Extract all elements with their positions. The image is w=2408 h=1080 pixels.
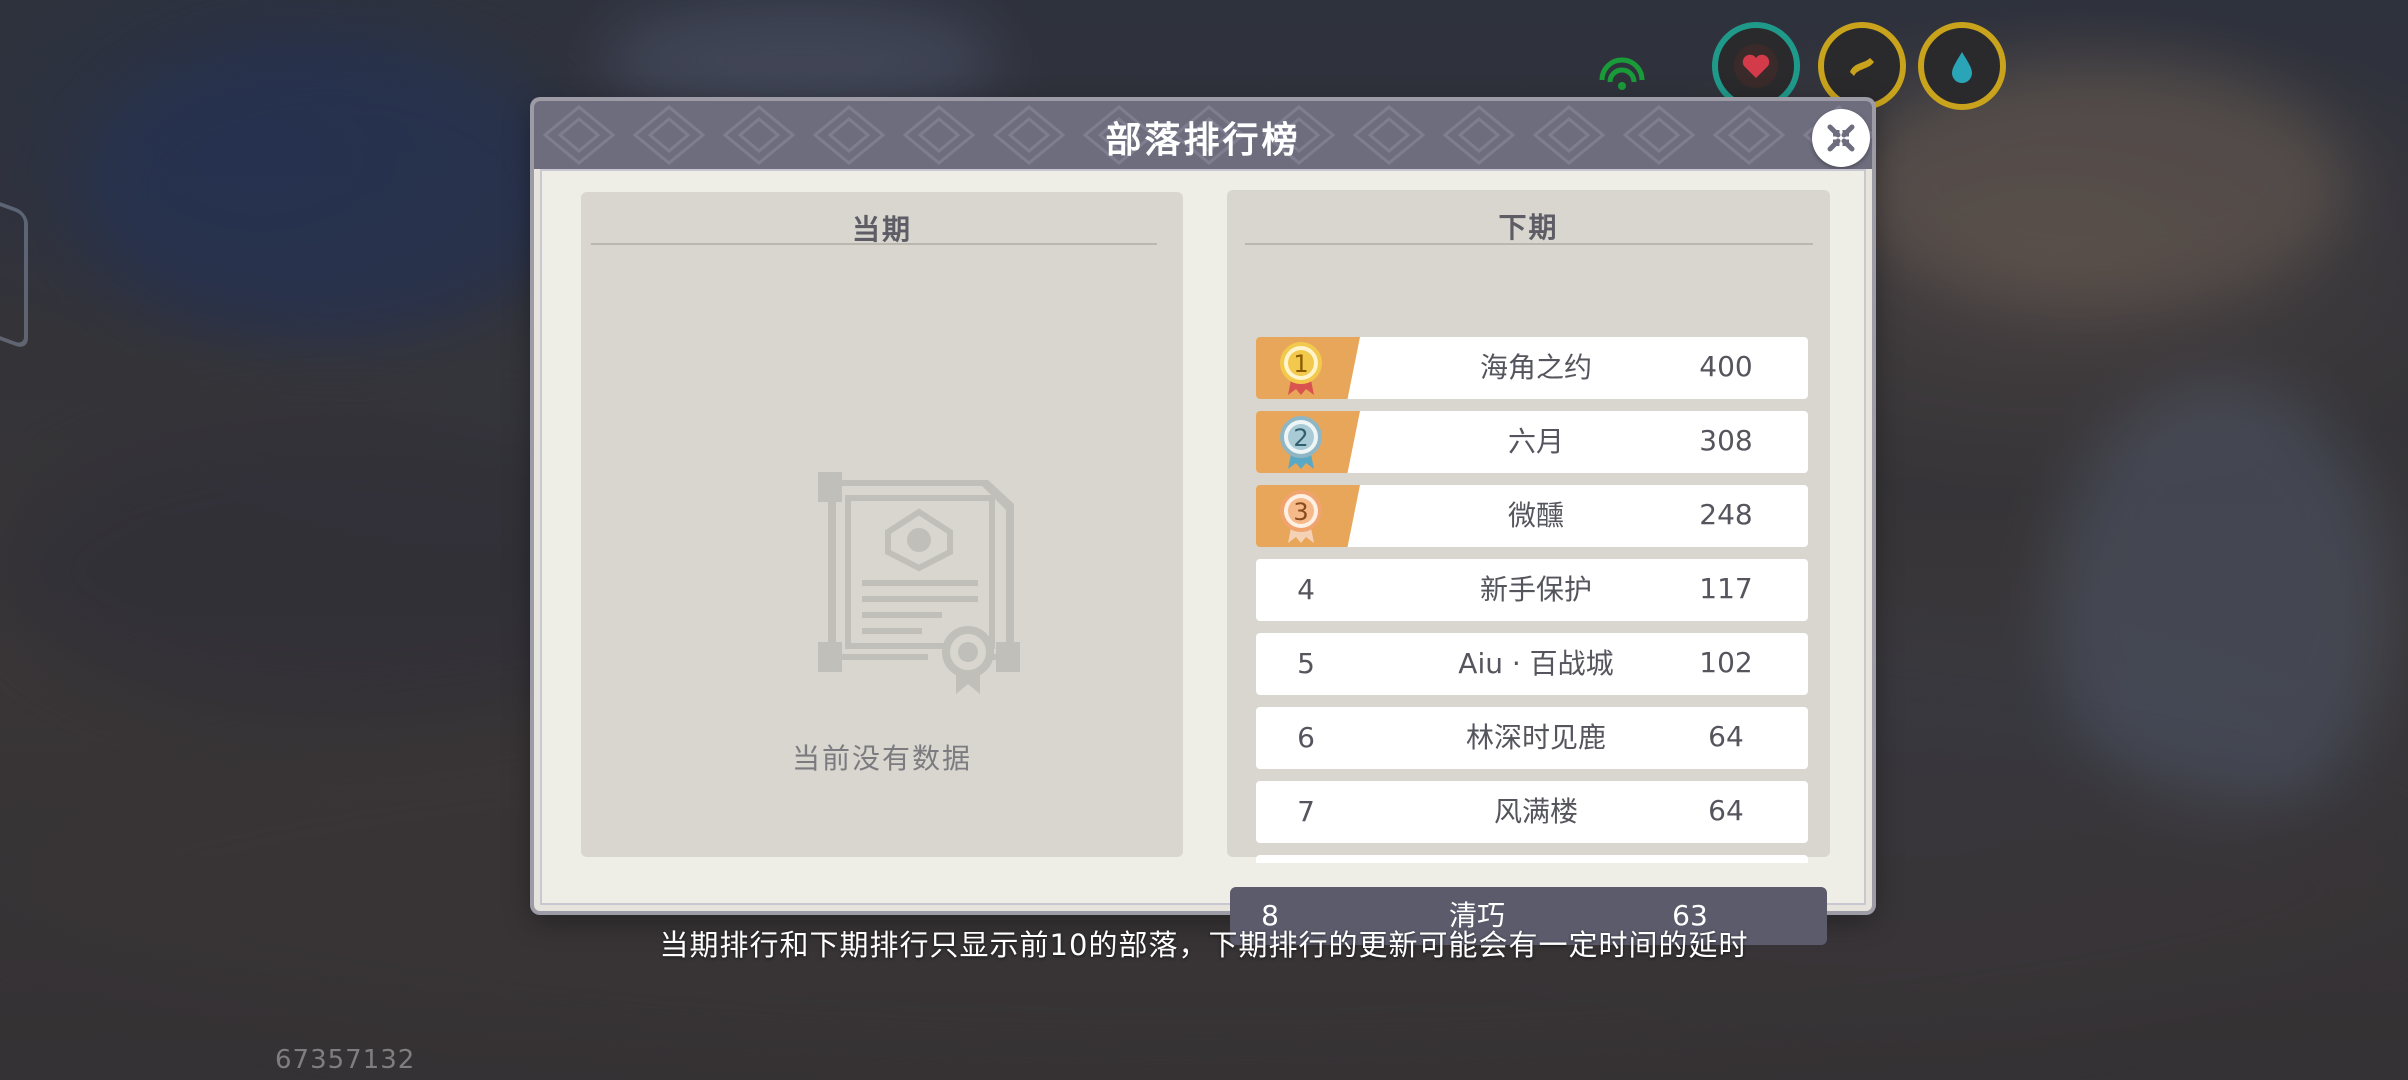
rank-number: 4 bbox=[1297, 573, 1315, 606]
dialog-title: 部落排行榜 bbox=[1105, 120, 1301, 161]
tribe-score: 400 bbox=[1699, 350, 1753, 383]
empty-message: 当前没有数据 bbox=[791, 742, 972, 775]
stamina-icon[interactable] bbox=[1818, 22, 1906, 110]
tribe-name: 新手保护 bbox=[1479, 573, 1592, 606]
tribe-score: 64 bbox=[1708, 794, 1744, 827]
ranking-list[interactable]: 1 海角之约 400 2 六月 308 3 微醺 248 4 新手保护 117 … bbox=[1256, 337, 1808, 863]
dialog-header: 部落排行榜 bbox=[534, 101, 1872, 169]
rank-row-7[interactable]: 7 风满楼 64 bbox=[1256, 781, 1808, 843]
rank-number: 5 bbox=[1297, 647, 1315, 680]
rank-row-partial[interactable] bbox=[1256, 855, 1808, 863]
tribe-name: 风满楼 bbox=[1493, 795, 1578, 828]
game-background: 67357132 部落排行榜 当期 当前没有数据 下期 1 海角之约 400 2… bbox=[0, 0, 2408, 1080]
tribe-score: 248 bbox=[1699, 498, 1753, 531]
tribe-name: 海角之约 bbox=[1479, 351, 1592, 384]
heart-icon[interactable] bbox=[1712, 22, 1800, 110]
rank-row-3[interactable]: 3 微醺 248 bbox=[1256, 485, 1808, 547]
tribe-name: Aiu · 百战城 bbox=[1458, 647, 1614, 680]
player-id: 67357132 bbox=[275, 1045, 416, 1075]
next-period-header: 下期 bbox=[1498, 211, 1559, 244]
tribe-score: 308 bbox=[1699, 424, 1753, 457]
rank-number: 2 bbox=[1293, 424, 1309, 452]
empty-scroll-icon bbox=[818, 472, 1020, 694]
rank-row-6[interactable]: 6 林深时见鹿 64 bbox=[1256, 707, 1808, 769]
tribe-name: 微醺 bbox=[1507, 499, 1564, 532]
signal-icon bbox=[1592, 50, 1652, 102]
panel-divider bbox=[591, 243, 1157, 245]
next-period-panel: 下期 1 海角之约 400 2 六月 308 3 微醺 248 4 新手保护 1… bbox=[1227, 190, 1830, 945]
rank-number: 7 bbox=[1297, 795, 1315, 828]
current-period-panel: 当期 当前没有数据 bbox=[581, 192, 1183, 857]
leaderboard-note: 当期排行和下期排行只显示前10的部落，下期排行的更新可能会有一定时间的延时 bbox=[659, 928, 1749, 962]
tribe-leaderboard-dialog: 部落排行榜 当期 当前没有数据 下期 1 海角之约 400 2 六月 308 3… bbox=[534, 101, 1872, 945]
close-icon bbox=[1827, 124, 1855, 152]
current-period-header: 当期 bbox=[851, 213, 912, 246]
rank-row-5[interactable]: 5 Aiu · 百战城 102 bbox=[1256, 633, 1808, 695]
tribe-name: 林深时见鹿 bbox=[1465, 721, 1606, 754]
rank-row-4[interactable]: 4 新手保护 117 bbox=[1256, 559, 1808, 621]
panel-divider bbox=[1245, 243, 1813, 245]
rank-number: 1 bbox=[1293, 350, 1309, 378]
rank-row-1[interactable]: 1 海角之约 400 bbox=[1256, 337, 1808, 399]
rank-number: 6 bbox=[1297, 721, 1315, 754]
tribe-name: 六月 bbox=[1507, 425, 1564, 458]
rank-row-2[interactable]: 2 六月 308 bbox=[1256, 411, 1808, 473]
tribe-score: 102 bbox=[1699, 646, 1753, 679]
tribe-score: 117 bbox=[1699, 572, 1753, 605]
water-icon[interactable] bbox=[1918, 22, 2006, 110]
close-button[interactable] bbox=[1812, 109, 1870, 167]
tribe-score: 64 bbox=[1708, 720, 1744, 753]
rank-number: 3 bbox=[1293, 498, 1309, 526]
